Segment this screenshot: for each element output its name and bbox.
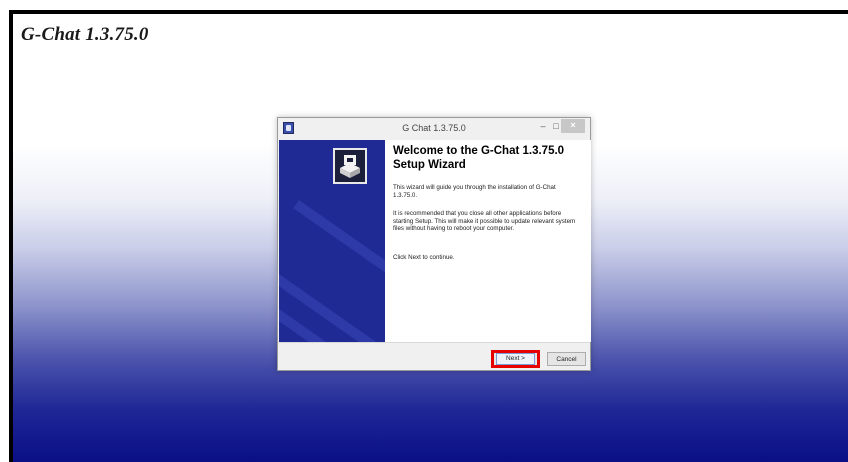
intro-text: This wizard will guide you through the i… — [393, 184, 556, 199]
desktop-title: G-Chat 1.3.75.0 — [21, 24, 149, 45]
wizard-content: Welcome to the G-Chat 1.3.75.0 Setup Wiz… — [385, 140, 591, 342]
next-button[interactable]: Next > — [491, 350, 540, 368]
wizard-side-banner — [279, 140, 385, 342]
desktop-background: G-Chat 1.3.75.0 G Chat 1.3.75.0 – □ × We… — [13, 14, 848, 462]
install-box-icon — [340, 155, 360, 178]
recommendation-text: It is recommended that you close all oth… — [393, 210, 576, 233]
next-button-label: Next > — [496, 353, 535, 365]
installer-window: G Chat 1.3.75.0 – □ × Welcome to the G-C… — [277, 117, 591, 371]
cancel-button[interactable]: Cancel — [547, 352, 586, 366]
welcome-heading: Welcome to the G-Chat 1.3.75.0 Setup Wiz… — [393, 145, 565, 171]
window-titlebar[interactable]: G Chat 1.3.75.0 – □ × — [278, 118, 590, 140]
continue-text: Click Next to continue. — [393, 254, 455, 261]
wizard-footer: Next > Cancel — [278, 342, 590, 370]
banner-stripe — [293, 200, 385, 300]
installer-logo-icon — [333, 148, 367, 184]
minimize-button[interactable]: – — [537, 120, 549, 134]
close-button[interactable]: × — [561, 119, 585, 133]
screenshot-frame: G-Chat 1.3.75.0 G Chat 1.3.75.0 – □ × We… — [9, 10, 848, 462]
